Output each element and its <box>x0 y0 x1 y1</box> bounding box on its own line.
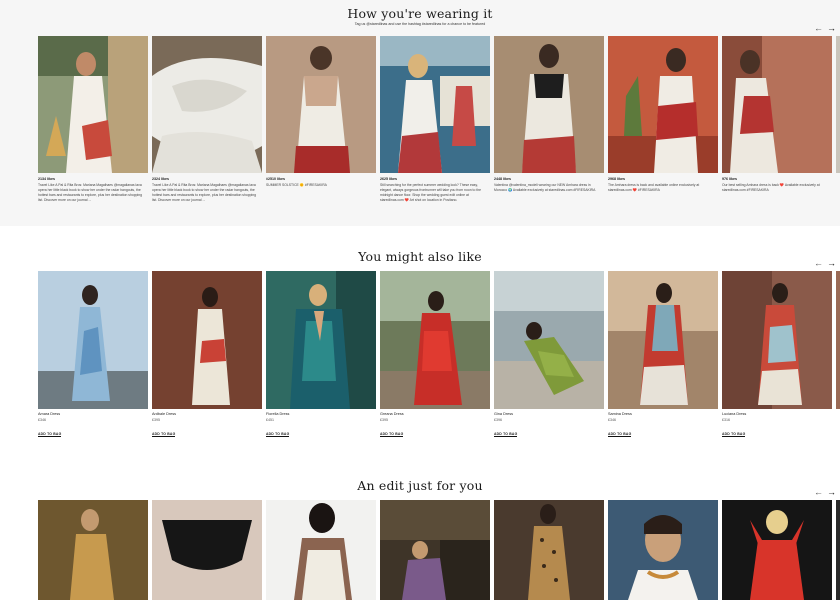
product-price: £451 <box>266 418 274 422</box>
product-image[interactable] <box>266 271 376 409</box>
recommendations-carousel-arrows: ← → <box>814 259 836 268</box>
ugc-post[interactable]: 2968 likes The Amhara dress is back and … <box>608 36 718 203</box>
product-name[interactable]: Samina Dress <box>608 412 718 416</box>
ugc-post-image[interactable] <box>38 36 148 173</box>
product-name[interactable]: Amara Dress <box>38 412 148 416</box>
arrow-left-icon[interactable]: ← <box>814 488 823 497</box>
edit-carousel <box>38 500 832 600</box>
edit-carousel-arrows: ← → <box>814 488 836 497</box>
product-name[interactable]: Luciana Dress <box>722 412 832 416</box>
product-card[interactable]: Luciana Dress £316 ADD TO BAG <box>722 271 832 440</box>
ugc-post-likes: #2510 likes <box>266 177 285 181</box>
ugc-carousel-arrows: ← → <box>814 24 836 33</box>
product-image[interactable] <box>494 271 604 409</box>
ugc-post-likes: 976 likes <box>722 177 737 181</box>
arrow-right-icon[interactable]: → <box>827 24 836 33</box>
ugc-post-caption: Travel Like A Pal & Rita Bros: Mariana M… <box>38 183 143 202</box>
ugc-post-caption: Our best selling Amhara dress is back ❤️… <box>722 183 820 192</box>
add-to-bag-button[interactable]: ADD TO BAG <box>494 432 518 437</box>
ugc-section-title: How you're wearing it <box>347 6 493 21</box>
product-price: £346 <box>608 418 616 422</box>
product-card[interactable]: Amara Dress £346 ADD TO BAG <box>38 271 148 440</box>
product-image[interactable] <box>152 271 262 409</box>
ugc-post-image[interactable] <box>266 36 376 173</box>
ugc-post-image[interactable] <box>152 36 262 173</box>
product-image[interactable] <box>608 271 718 409</box>
edit-product-image[interactable] <box>608 500 718 600</box>
ugc-post-caption: SUMMER SOLSTICE 🌞 #FIRESAKIRA <box>266 183 327 187</box>
edit-product-image[interactable] <box>722 500 832 600</box>
ugc-carousel: 2134 likes Travel Like A Pal & Rita Bros… <box>38 36 832 203</box>
edit-product-image[interactable] <box>494 500 604 600</box>
recommendations-carousel: Amara Dress £346 ADD TO BAG Ardbale Dres… <box>38 271 832 440</box>
product-card-peek <box>836 271 840 409</box>
edit-product-card[interactable] <box>266 500 376 600</box>
product-card[interactable]: Ardbale Dress £395 ADD TO BAG <box>152 271 262 440</box>
arrow-right-icon[interactable]: → <box>827 259 836 268</box>
product-price: £396 <box>494 418 502 422</box>
ugc-section-subtitle: Tag us @staredlinas and use the hashtag … <box>354 22 486 26</box>
ugc-post-likes: 2134 likes <box>38 177 55 181</box>
product-price: £346 <box>38 418 46 422</box>
ugc-post-caption: The Amhara dress is back and available o… <box>608 183 700 192</box>
product-card[interactable]: Fiorella Dress £451 ADD TO BAG <box>266 271 376 440</box>
product-image[interactable] <box>38 271 148 409</box>
arrow-left-icon[interactable]: ← <box>814 259 823 268</box>
add-to-bag-button[interactable]: ADD TO BAG <box>266 432 290 437</box>
product-price: £395 <box>152 418 160 422</box>
ugc-post-caption: Still searching for the perfect summer w… <box>380 183 482 202</box>
product-name[interactable]: Greana Dress <box>380 412 490 416</box>
edit-product-card-peek <box>836 500 840 600</box>
arrow-left-icon[interactable]: ← <box>814 24 823 33</box>
product-name[interactable]: Ardbale Dress <box>152 412 262 416</box>
recommendations-title: You might also like <box>358 249 482 264</box>
ugc-post-peek <box>836 36 840 173</box>
ugc-post[interactable]: 2324 likes Travel Like A Pal & Rita Bros… <box>152 36 262 203</box>
ugc-post-likes: 2625 likes <box>380 177 397 181</box>
add-to-bag-button[interactable]: ADD TO BAG <box>38 432 62 437</box>
add-to-bag-button[interactable]: ADD TO BAG <box>608 432 632 437</box>
edit-product-card[interactable] <box>380 500 490 600</box>
ugc-post[interactable]: 2448 likes Valentina @valentina_modeli w… <box>494 36 604 203</box>
ugc-post-likes: 2448 likes <box>494 177 511 181</box>
ugc-post-image[interactable] <box>494 36 604 173</box>
product-price: £316 <box>722 418 730 422</box>
edit-product-image[interactable] <box>266 500 376 600</box>
arrow-right-icon[interactable]: → <box>827 488 836 497</box>
ugc-post-image[interactable] <box>380 36 490 173</box>
ugc-post-likes: 2968 likes <box>608 177 625 181</box>
product-image[interactable] <box>722 271 832 409</box>
product-card[interactable]: Greana Dress £395 ADD TO BAG <box>380 271 490 440</box>
edit-product-image[interactable] <box>152 500 262 600</box>
edit-section-title: An edit just for you <box>357 478 483 493</box>
ugc-post[interactable]: 2134 likes Travel Like A Pal & Rita Bros… <box>38 36 148 203</box>
edit-product-image[interactable] <box>380 500 490 600</box>
edit-product-image[interactable] <box>38 500 148 600</box>
add-to-bag-button[interactable]: ADD TO BAG <box>380 432 404 437</box>
ugc-post-image[interactable] <box>722 36 832 173</box>
ugc-post-image[interactable] <box>608 36 718 173</box>
product-name[interactable]: Gina Dress <box>494 412 604 416</box>
edit-product-card[interactable] <box>722 500 832 600</box>
edit-product-card[interactable] <box>494 500 604 600</box>
ugc-post[interactable]: 2625 likes Still searching for the perfe… <box>380 36 490 203</box>
edit-product-card[interactable] <box>152 500 262 600</box>
product-card[interactable]: Gina Dress £396 ADD TO BAG <box>494 271 604 440</box>
ugc-post-caption: Travel Like A Pal & Rita Bros: Mariana M… <box>152 183 257 202</box>
ugc-post[interactable]: #2510 likes SUMMER SOLSTICE 🌞 #FIRESAKIR… <box>266 36 376 203</box>
ugc-post-likes: 2324 likes <box>152 177 169 181</box>
product-image[interactable] <box>380 271 490 409</box>
product-name[interactable]: Fiorella Dress <box>266 412 376 416</box>
ugc-post-caption: Valentina @valentina_modeli wearing our … <box>494 183 596 192</box>
edit-product-card[interactable] <box>608 500 718 600</box>
product-card[interactable]: Samina Dress £346 ADD TO BAG <box>608 271 718 440</box>
product-price: £395 <box>380 418 388 422</box>
edit-product-card[interactable] <box>38 500 148 600</box>
ugc-post[interactable]: 976 likes Our best selling Amhara dress … <box>722 36 832 203</box>
add-to-bag-button[interactable]: ADD TO BAG <box>152 432 176 437</box>
add-to-bag-button[interactable]: ADD TO BAG <box>722 432 746 437</box>
